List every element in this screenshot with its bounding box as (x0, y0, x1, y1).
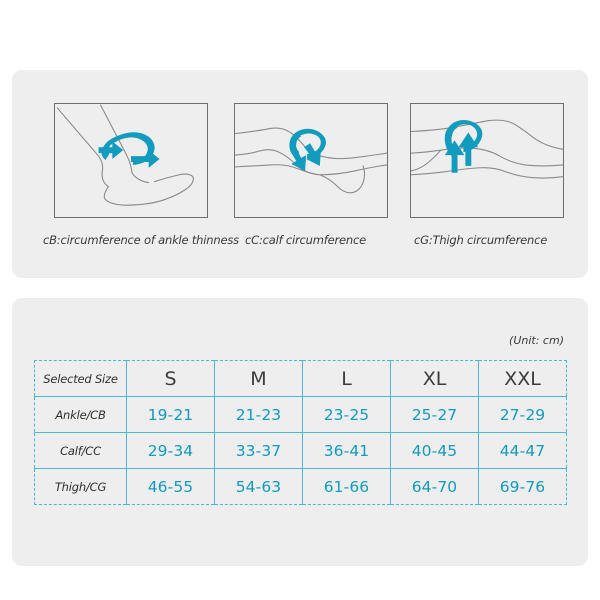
size-chart-page: cB:circumference of ankle thinness cC:ca… (0, 0, 600, 600)
caption-ankle: cB:circumference of ankle thinness (43, 233, 239, 247)
thigh-diagram-icon (411, 119, 563, 179)
size-header-s: S (126, 360, 215, 397)
caption-calf: cC:calf circumference (245, 233, 366, 247)
illustration-panel-calf (234, 103, 388, 218)
caption-thigh: cG:Thigh circumference (414, 233, 548, 247)
ankle-diagram-icon (56, 104, 194, 206)
table-header-row: Selected Size S M L XL XXL (34, 360, 567, 397)
cell-calf-xl: 40-45 (390, 432, 479, 469)
cell-thigh-l: 61-66 (302, 468, 391, 505)
cell-calf-xxl: 44-47 (478, 432, 567, 469)
calf-diagram-icon (235, 127, 387, 194)
cell-ankle-xxl: 27-29 (478, 396, 567, 433)
corner-label: Selected Size (34, 360, 127, 397)
ankle-measure-arrow-icon (98, 132, 160, 168)
size-header-m: M (214, 360, 303, 397)
thigh-measure-arrow-icon (444, 119, 483, 173)
cell-calf-s: 29-34 (126, 432, 215, 469)
illustration-panel-thigh (410, 103, 564, 218)
size-header-xl: XL (390, 360, 479, 397)
size-header-xxl: XXL (478, 360, 567, 397)
cell-calf-l: 36-41 (302, 432, 391, 469)
size-table-card: (Unit: cm) Selected Size S M L XL XXL An… (12, 298, 588, 566)
cell-thigh-m: 54-63 (214, 468, 303, 505)
cell-thigh-xxl: 69-76 (499, 477, 546, 496)
row-label-thigh: Thigh/CG (34, 468, 127, 505)
table-row: Ankle/CB 19-21 21-23 23-25 25-27 27-29 (34, 396, 567, 433)
cell-thigh-xl: 64-70 (390, 468, 479, 505)
cell-calf-m: 33-37 (214, 432, 303, 469)
size-table: Selected Size S M L XL XXL Ankle/CB 19-2… (34, 360, 567, 505)
row-label-ankle: Ankle/CB (34, 396, 127, 433)
illustration-panels-row: cB:circumference of ankle thinness cC:ca… (12, 70, 588, 278)
table-row: Calf/CC 29-34 33-37 36-41 40-45 44-47 (34, 432, 567, 469)
cell-ankle-m: 21-23 (214, 396, 303, 433)
calf-measure-arrow-icon (289, 128, 326, 171)
illustration-card: cB:circumference of ankle thinness cC:ca… (12, 70, 588, 278)
row-label-calf: Calf/CC (34, 432, 127, 469)
cell-thigh-s: 46-55 (126, 468, 215, 505)
cell-ankle-l: 23-25 (302, 396, 391, 433)
size-header-l: L (302, 360, 391, 397)
illustration-panel-ankle (54, 103, 208, 218)
cell-ankle-s: 19-21 (126, 396, 215, 433)
unit-note: (Unit: cm) (509, 334, 564, 347)
table-row: Thigh/CG 46-55 54-63 61-66 64-70 69-76 (34, 468, 567, 505)
cell-ankle-xl: 25-27 (390, 396, 479, 433)
size-table-wrapper: Selected Size S M L XL XXL Ankle/CB 19-2… (34, 360, 567, 505)
